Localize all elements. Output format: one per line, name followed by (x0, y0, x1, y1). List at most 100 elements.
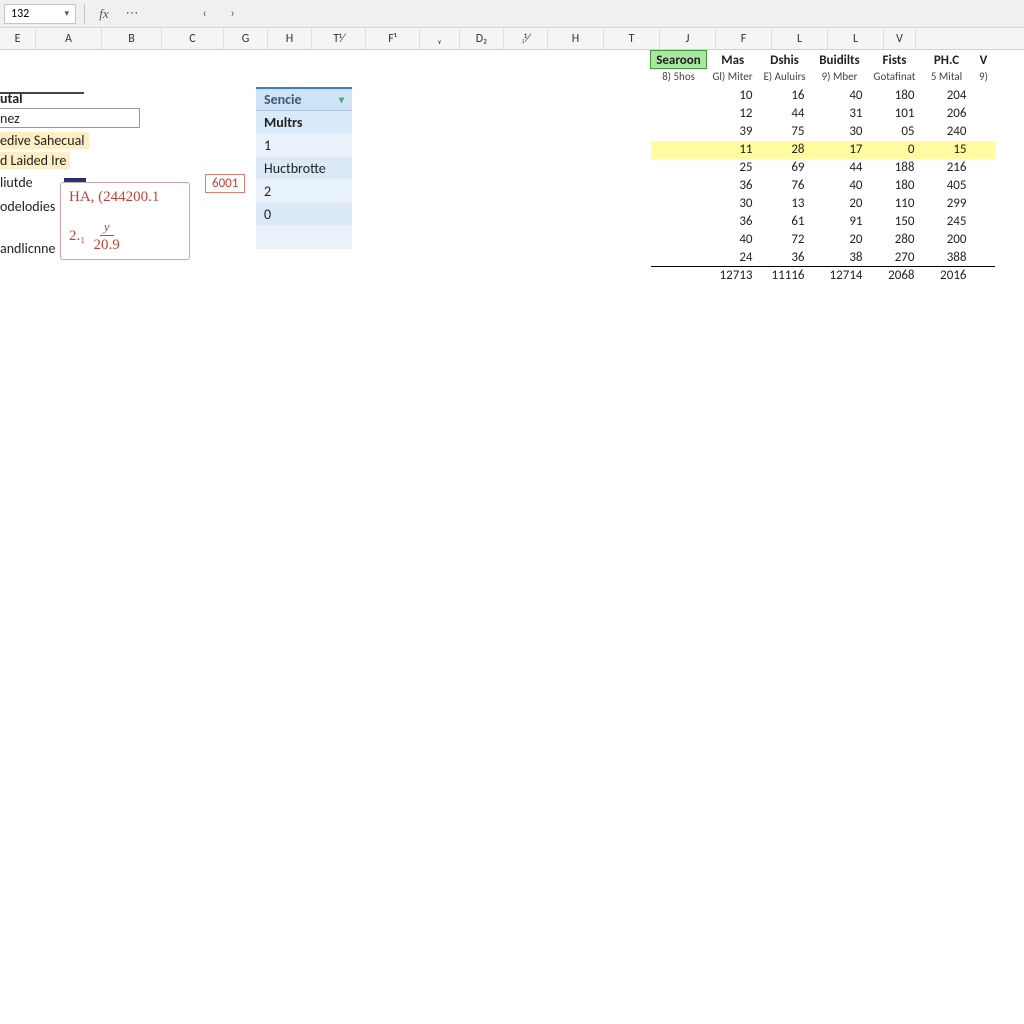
table-cell[interactable]: 44 (811, 159, 869, 177)
table-cell[interactable] (973, 105, 995, 123)
filter-row[interactable]: 1 (256, 134, 352, 157)
worksheet[interactable]: utal nez edive Sahecual d Laided Ire liu… (0, 50, 1024, 1024)
column-header[interactable]: L (828, 28, 884, 49)
table-cell[interactable]: 31 (811, 105, 869, 123)
column-header[interactable]: C (162, 28, 224, 49)
table-header[interactable]: PH.C (921, 51, 973, 69)
column-header[interactable]: T⅟ (312, 28, 366, 49)
column-header[interactable]: L (772, 28, 828, 49)
table-cell[interactable]: 245 (921, 213, 973, 231)
table-cell[interactable]: 25 (707, 159, 759, 177)
table-cell[interactable]: 200 (921, 231, 973, 249)
table-row[interactable]: 301320110299 (651, 195, 995, 213)
table-cell[interactable] (973, 177, 995, 195)
table-cell[interactable]: 40 (707, 231, 759, 249)
table-header[interactable]: V (973, 51, 995, 69)
column-header[interactable]: H (268, 28, 312, 49)
table-cell[interactable]: 16 (759, 87, 811, 105)
table-row[interactable]: 112817015 (651, 141, 995, 159)
table-cell[interactable]: 280 (869, 231, 921, 249)
column-header[interactable]: F¹ (366, 28, 420, 49)
table-cell[interactable]: 40 (811, 177, 869, 195)
column-header[interactable]: T (604, 28, 660, 49)
table-cell[interactable]: 180 (869, 177, 921, 195)
name-box[interactable]: 132 ▾ (4, 4, 76, 24)
filter-row[interactable]: Multrs (256, 111, 352, 134)
table-cell[interactable] (651, 105, 707, 123)
filter-row[interactable]: Huctbrotte (256, 157, 352, 180)
column-header[interactable]: A (36, 28, 102, 49)
column-header[interactable]: J (660, 28, 716, 49)
table-cell[interactable] (651, 213, 707, 231)
table-cell[interactable]: 12 (707, 105, 759, 123)
table-cell[interactable]: 17 (811, 141, 869, 159)
table-cell[interactable] (651, 141, 707, 159)
filter-header[interactable]: Sencie ▾ (256, 87, 352, 111)
table-cell[interactable]: 28 (759, 141, 811, 159)
filter-row[interactable] (256, 226, 352, 249)
column-header[interactable]: G (224, 28, 268, 49)
table-cell[interactable]: 36 (707, 213, 759, 231)
table-cell[interactable]: 270 (869, 249, 921, 267)
table-cell[interactable]: 91 (811, 213, 869, 231)
table-cell[interactable]: 0 (869, 141, 921, 159)
table-cell[interactable]: 40 (811, 87, 869, 105)
table-cell[interactable] (651, 123, 707, 141)
table-cell[interactable]: 75 (759, 123, 811, 141)
table-cell[interactable]: 188 (869, 159, 921, 177)
table-row[interactable]: 256944188216 (651, 159, 995, 177)
column-header[interactable]: H (548, 28, 604, 49)
table-cell[interactable] (973, 213, 995, 231)
table-row[interactable]: 101640180204 (651, 87, 995, 105)
table-cell[interactable]: 44 (759, 105, 811, 123)
table-cell[interactable]: 216 (921, 159, 973, 177)
table-cell[interactable]: 299 (921, 195, 973, 213)
table-cell[interactable]: 30 (811, 123, 869, 141)
table-cell[interactable]: 24 (707, 249, 759, 267)
table-cell[interactable]: 11 (707, 141, 759, 159)
table-cell[interactable]: 15 (921, 141, 973, 159)
table-cell[interactable]: 61 (759, 213, 811, 231)
table-row[interactable]: 366191150245 (651, 213, 995, 231)
filter-row[interactable]: 2 (256, 180, 352, 203)
table-cell[interactable] (651, 249, 707, 267)
table-cell[interactable] (651, 231, 707, 249)
table-row[interactable]: 124431101206 (651, 105, 995, 123)
nav-next-button[interactable]: › (222, 4, 244, 24)
table-cell[interactable]: 110 (869, 195, 921, 213)
table-cell[interactable]: 405 (921, 177, 973, 195)
table-cell[interactable]: 204 (921, 87, 973, 105)
table-cell[interactable] (651, 195, 707, 213)
table-cell[interactable]: 240 (921, 123, 973, 141)
nav-prev-button[interactable]: ‹ (194, 4, 216, 24)
table-header[interactable]: Buidilts (811, 51, 869, 69)
table-cell[interactable]: 05 (869, 123, 921, 141)
table-cell[interactable]: 20 (811, 195, 869, 213)
column-header[interactable]: F (716, 28, 772, 49)
fx-button[interactable]: fx (93, 4, 115, 24)
table-row[interactable]: 39753005240 (651, 123, 995, 141)
table-header[interactable]: Searoon (651, 51, 707, 69)
table-cell[interactable] (651, 87, 707, 105)
table-header[interactable]: Dshis (759, 51, 811, 69)
table-row[interactable]: 367640180405 (651, 177, 995, 195)
toolbar-icon[interactable]: ⋯ (121, 4, 143, 24)
table-cell[interactable] (973, 195, 995, 213)
table-cell[interactable]: 36 (707, 177, 759, 195)
table-cell[interactable] (973, 231, 995, 249)
filter-row[interactable]: 0 (256, 203, 352, 226)
table-cell[interactable]: 30 (707, 195, 759, 213)
table-row[interactable]: 243638270388 (651, 249, 995, 267)
table-cell[interactable] (973, 87, 995, 105)
table-cell[interactable] (651, 159, 707, 177)
column-header[interactable]: ᵧ (420, 28, 460, 49)
table-cell[interactable]: 13 (759, 195, 811, 213)
table-cell[interactable]: 150 (869, 213, 921, 231)
table-cell[interactable]: 180 (869, 87, 921, 105)
column-header[interactable]: V (884, 28, 916, 49)
column-header[interactable]: D₂ (460, 28, 504, 49)
table-cell[interactable]: 72 (759, 231, 811, 249)
table-cell[interactable]: 38 (811, 249, 869, 267)
table-cell[interactable] (973, 249, 995, 267)
table-cell[interactable] (651, 177, 707, 195)
